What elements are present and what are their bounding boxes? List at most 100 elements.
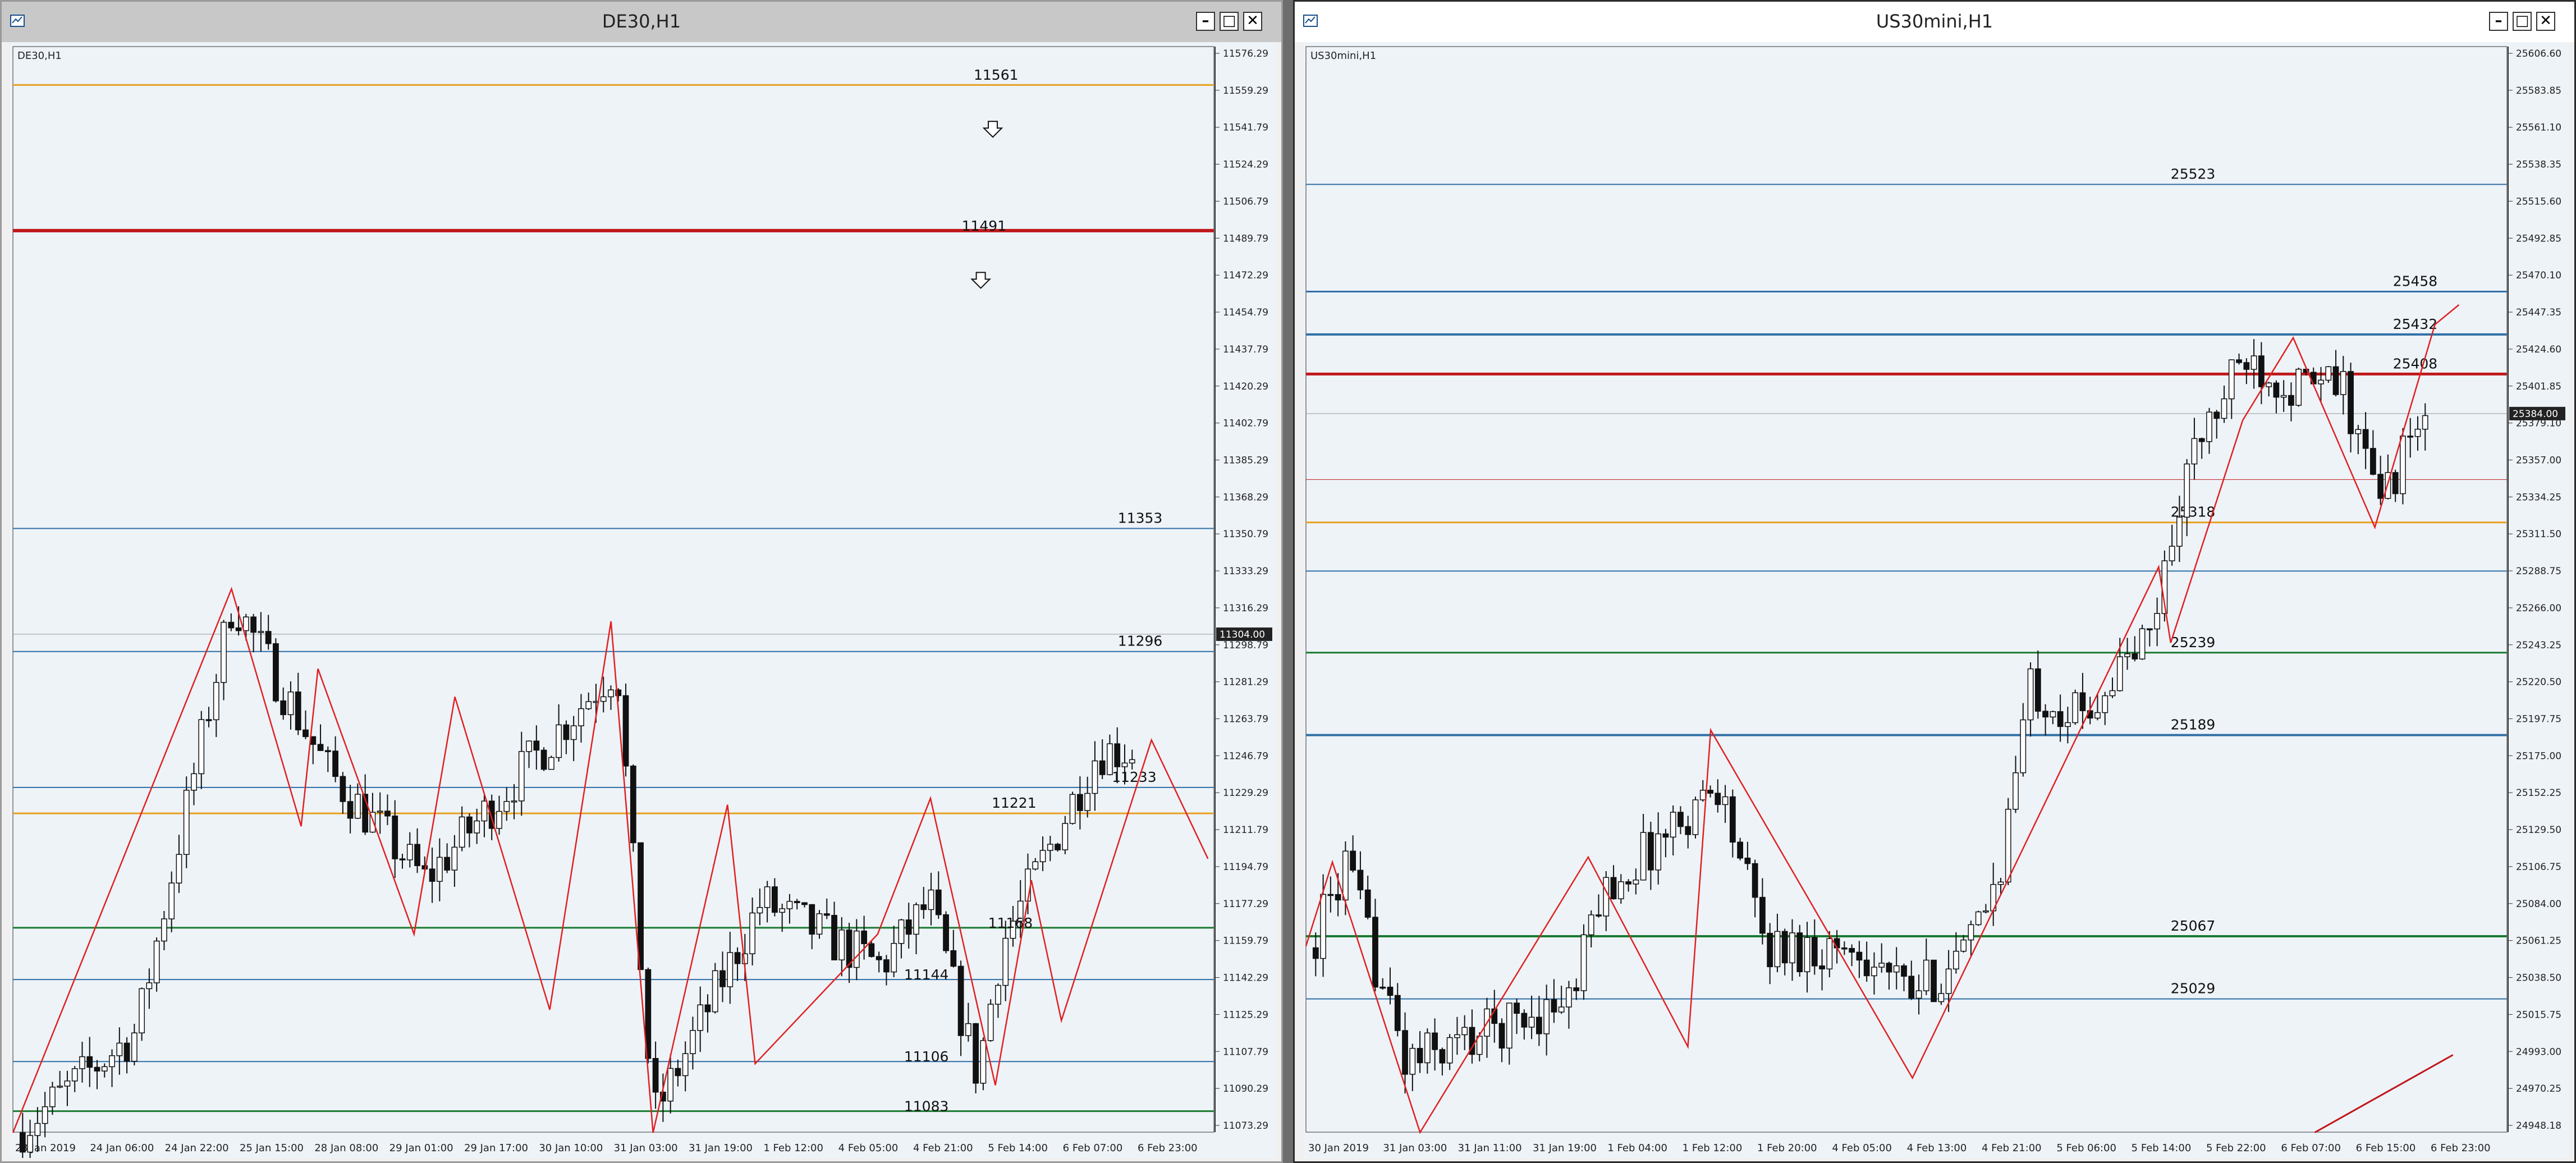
candle-body xyxy=(2116,656,2123,692)
level-label: 11083 xyxy=(904,1098,949,1115)
candle-body xyxy=(317,744,324,751)
candle-body xyxy=(1648,832,1654,871)
candle-body xyxy=(146,982,153,990)
candle-body xyxy=(265,631,272,644)
candle-body xyxy=(935,889,942,915)
candle-body xyxy=(1908,976,1915,999)
minimize-button[interactable]: – xyxy=(1196,12,1215,31)
price-tick-label: 25084.00 xyxy=(2516,899,2561,910)
candle-body xyxy=(2139,628,2146,660)
candle-body xyxy=(1945,968,1952,994)
candle-body xyxy=(2273,382,2280,398)
plot-area xyxy=(12,46,1214,1133)
candle-body xyxy=(2072,692,2079,724)
price-tick-label: 25447.35 xyxy=(2516,307,2561,318)
chart-canvas[interactable]: US30mini,H1 25606.60 25583.85 25561.10 25538… xyxy=(1304,42,2569,1158)
window-titlebar[interactable]: US30mini,H1 – □ ✕ xyxy=(1295,2,2574,42)
candle-body xyxy=(585,701,592,709)
candle-body xyxy=(973,1023,979,1084)
candle-body xyxy=(779,908,786,913)
candle-body xyxy=(533,740,540,751)
candle-body xyxy=(1372,917,1378,988)
candle-body xyxy=(667,1068,674,1102)
price-tick-label: 11159.79 xyxy=(1223,936,1268,947)
candle-body xyxy=(556,724,562,758)
candle-body xyxy=(213,682,219,721)
minimize-button[interactable]: – xyxy=(2489,12,2508,31)
candle-body xyxy=(838,930,845,960)
candle-body xyxy=(1588,914,1594,936)
candle-body xyxy=(1640,832,1647,881)
price-tick-label: 25129.50 xyxy=(2516,825,2561,836)
candle-body xyxy=(2250,355,2257,370)
symbol-label: US30mini,H1 xyxy=(1310,50,1376,62)
candle-body xyxy=(414,844,420,867)
price-tick-label: 11559.29 xyxy=(1223,85,1268,97)
price-tick-label: 11454.79 xyxy=(1223,307,1268,318)
level-label: 25458 xyxy=(2393,273,2438,289)
maximize-button[interactable]: □ xyxy=(2513,12,2532,31)
chart-window-de30[interactable]: DE30,H1 – □ ✕ DE30,H1 11576.29 11559.29 115… xyxy=(0,0,1283,1163)
candle-body xyxy=(526,740,532,752)
window-titlebar[interactable]: DE30,H1 – □ ✕ xyxy=(2,2,1281,42)
time-tick-label: 28 Jan 08:00 xyxy=(314,1142,378,1154)
candle-body xyxy=(153,940,160,983)
candle-body xyxy=(2154,613,2161,630)
chart-window-us30mini[interactable]: US30mini,H1 – □ ✕ US30mini,H1 25606.60 255… xyxy=(1293,0,2576,1163)
price-chart-de30[interactable]: DE30,H1 11576.29 11559.29 11541.79 11524.29 1… xyxy=(11,42,1276,1158)
candle-body xyxy=(1543,999,1550,1034)
candle-body xyxy=(2340,371,2346,395)
candle-body xyxy=(332,750,338,777)
candle-body xyxy=(1901,965,1907,977)
maximize-button[interactable]: □ xyxy=(1220,12,1239,31)
time-tick-label: 31 Jan 19:00 xyxy=(1533,1142,1597,1154)
candle-body xyxy=(1923,959,1929,991)
candle-body xyxy=(823,913,830,916)
candle-body xyxy=(503,801,510,812)
candle-body xyxy=(191,773,197,791)
candle-body xyxy=(1129,759,1135,764)
candle-body xyxy=(1350,850,1356,871)
candle-body xyxy=(183,790,190,855)
price-tick-label: 11211.79 xyxy=(1223,825,1268,836)
close-button[interactable]: ✕ xyxy=(2536,12,2555,31)
candle-body xyxy=(2094,712,2101,719)
candle-body xyxy=(2422,415,2428,430)
candle-body xyxy=(861,930,868,945)
price-tick-label: 11489.79 xyxy=(1223,233,1268,244)
price-tick-label: 11142.29 xyxy=(1223,973,1268,984)
close-button[interactable]: ✕ xyxy=(1243,12,1262,31)
price-tick-label: 25197.75 xyxy=(2516,714,2561,725)
price-tick-label: 11316.29 xyxy=(1223,603,1268,614)
candle-body xyxy=(1625,881,1631,885)
candle-body xyxy=(1528,1017,1535,1028)
price-tick-label: 25470.10 xyxy=(2516,270,2561,281)
candle-body xyxy=(406,844,413,860)
current-price-label: 11304.00 xyxy=(1220,629,1265,640)
candle-body xyxy=(2079,692,2086,711)
time-tick-label: 4 Feb 13:00 xyxy=(1907,1142,1967,1154)
candle-body xyxy=(1752,863,1758,898)
price-tick-label: 11402.79 xyxy=(1223,418,1268,429)
price-tick-label: 25175.00 xyxy=(2516,750,2561,762)
candle-body xyxy=(2243,362,2250,370)
candle-body xyxy=(987,1004,994,1041)
candle-body xyxy=(451,846,458,871)
price-tick-label: 25038.50 xyxy=(2516,973,2561,984)
candle-body xyxy=(712,970,718,1013)
candle-body xyxy=(540,749,547,770)
time-tick-label: 4 Feb 21:00 xyxy=(913,1142,973,1154)
candle-body xyxy=(1893,965,1900,973)
price-tick-label: 11333.29 xyxy=(1223,566,1268,577)
candle-body xyxy=(801,902,808,905)
price-chart-us30mini[interactable]: US30mini,H1 25606.60 25583.85 25561.10 25538… xyxy=(1304,42,2569,1158)
candle-body xyxy=(943,914,949,951)
candle-body xyxy=(1084,793,1091,811)
candle-body xyxy=(1662,833,1669,838)
price-tick-label: 11472.29 xyxy=(1223,270,1268,281)
candle-body xyxy=(19,1132,26,1153)
price-tick-label: 25015.75 xyxy=(2516,1009,2561,1020)
candle-body xyxy=(1744,858,1751,864)
chart-canvas[interactable]: DE30,H1 11576.29 11559.29 11541.79 11524.29 1… xyxy=(11,42,1276,1158)
price-tick-label: 25357.00 xyxy=(2516,455,2561,466)
